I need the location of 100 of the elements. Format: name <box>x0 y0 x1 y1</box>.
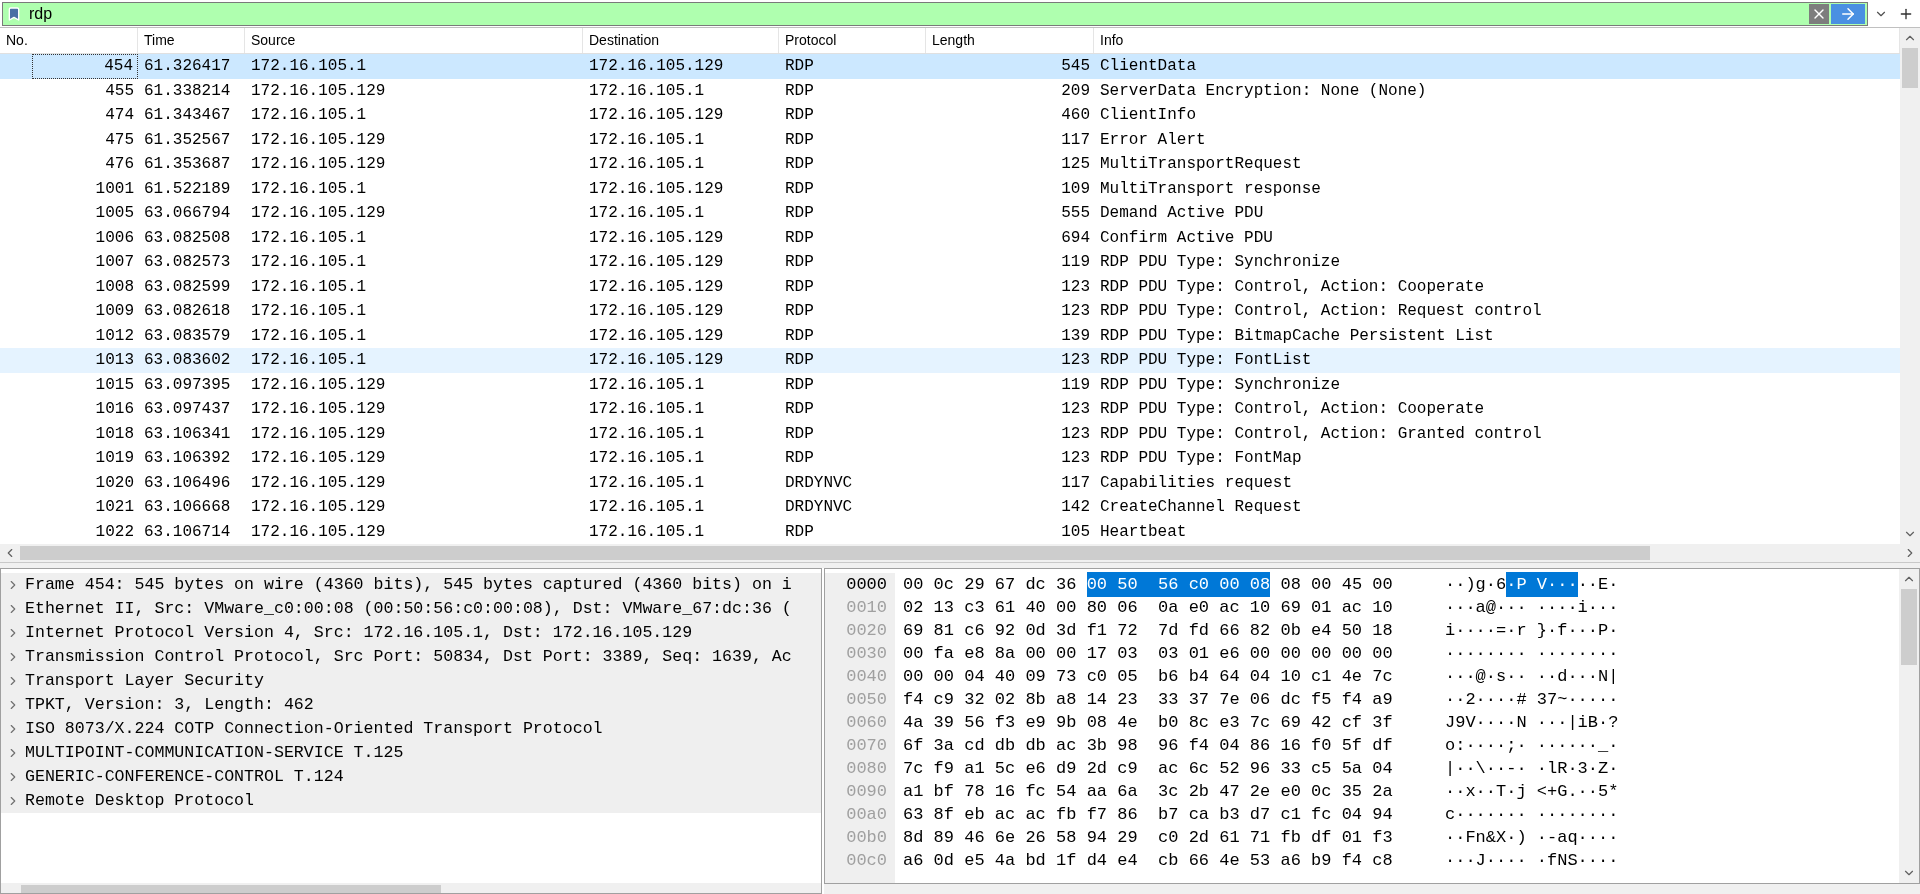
table-cell-text: 63.097395 <box>144 374 231 396</box>
table-cell-text: 1015 <box>95 374 134 396</box>
packet-row[interactable]: 454 61.326417 172.16.105.1 172.16.105.129 RDP 545 ClientData <box>0 54 1900 79</box>
table-cell-text: Confirm Active PDU <box>1100 227 1273 249</box>
column-header[interactable]: Source <box>245 28 583 53</box>
table-cell-text: RDP <box>785 448 814 470</box>
table-cell-text: 61.352567 <box>144 129 231 151</box>
table-cell-text: ClientData <box>1100 56 1196 78</box>
scrollbar[interactable] <box>1900 28 1920 544</box>
hex-bytes: 08 00 45 00 <box>1279 573 1393 596</box>
clear-icon[interactable] <box>1809 3 1829 24</box>
table-cell-text: 172.16.105.1 <box>251 178 367 200</box>
column-header[interactable]: No. <box>0 28 138 53</box>
table-cell-text: 1001 <box>95 178 134 200</box>
tree-item[interactable]: MULTIPOINT-COMMUNICATION-SERVICE T.125 <box>1 741 821 765</box>
table-cell-text: RDP PDU Type: Control, Action: Cooperate <box>1100 399 1485 421</box>
table-cell-text: CreateChannel Request <box>1100 497 1302 519</box>
table-cell-text: 119 <box>1061 374 1091 396</box>
table-cell-text: 1007 <box>95 252 134 274</box>
table-cell-text: RDP <box>785 350 814 372</box>
bookmark-icon[interactable] <box>6 5 22 22</box>
tree-item[interactable]: Remote Desktop Protocol <box>1 789 821 813</box>
table-cell-text: Demand Active PDU <box>1100 203 1264 225</box>
table-cell-text: 61.343467 <box>144 105 231 127</box>
table-cell-text: 172.16.105.1 <box>589 472 705 494</box>
table-cell-text: RDP <box>785 56 814 78</box>
table-cell-text: 460 <box>1061 105 1091 127</box>
hex-bytes: 63 8f eb ac ac fb f7 86 b7 ca b3 d7 c1 fc 04 94 <box>903 803 1393 826</box>
table-cell-text: RDP <box>785 374 814 396</box>
table-cell-text: 172.16.105.1 <box>251 105 367 127</box>
column-header[interactable]: Destination <box>583 28 779 53</box>
table-cell-text: 172.16.105.1 <box>251 276 367 298</box>
filter-field[interactable]: rdp <box>2 1 1868 26</box>
table-cell-text: 1022 <box>95 521 134 543</box>
scrollbar[interactable] <box>1899 569 1919 883</box>
table-cell-text: 1016 <box>95 399 134 421</box>
offset-label: 0030 <box>846 642 887 665</box>
hex-bytes: 8d 89 46 6e 26 58 94 29 c0 2d 61 71 fb df 01 f3 <box>903 826 1393 849</box>
table-cell-text: 63.066794 <box>144 203 231 225</box>
hex-bytes: f4 c9 32 02 8b a8 14 23 33 37 7e 06 dc f5 f4 a9 <box>903 688 1393 711</box>
tree-item-label: TPKT, Version: 3, Length: 462 <box>25 693 314 716</box>
table-cell-text: 63.082573 <box>144 252 231 274</box>
offset-label: 00c0 <box>846 849 887 872</box>
hex-bytes: 69 81 c6 92 0d 3d f1 72 7d fd 66 82 0b e4 50 18 <box>903 619 1393 642</box>
table-cell-text: RDP <box>785 276 814 298</box>
table-cell-text: 1021 <box>95 497 134 519</box>
tree-item[interactable]: Internet Protocol Version 4, Src: 172.16.105.1, Dst: 172.16.105.129 <box>1 621 821 645</box>
table-cell-text: 117 <box>1061 472 1091 494</box>
table-cell-text: 172.16.105.129 <box>251 80 386 102</box>
table-cell-text: 172.16.105.1 <box>589 154 705 176</box>
ascii-text: ···a@··· ····i··· <box>1445 596 1619 619</box>
offset-label: 0040 <box>846 665 887 688</box>
table-cell-text: RDP PDU Type: FontMap <box>1100 448 1302 470</box>
scroll-thumb[interactable] <box>20 546 1650 560</box>
table-cell-text: MultiTransportRequest <box>1100 154 1302 176</box>
table-cell-text: 123 <box>1061 301 1091 323</box>
table-cell-text: 172.16.105.1 <box>251 301 367 323</box>
table-cell-text: 172.16.105.129 <box>251 497 386 519</box>
packet-row[interactable]: 1013 63.083602 172.16.105.1 172.16.105.129 RDP 123 RDP PDU Type: FontList <box>0 348 1900 373</box>
tree-item[interactable]: ISO 8073/X.224 COTP Connection-Oriented Transport Protocol <box>1 717 821 741</box>
hex-bytes: 02 13 c3 61 40 00 80 06 0a e0 ac 10 69 01 ac 10 <box>903 596 1393 619</box>
column-header[interactable]: Time <box>138 28 245 53</box>
table-cell-text: 63.083579 <box>144 325 231 347</box>
ascii-text: ········ ········ <box>1445 642 1619 665</box>
table-cell-text: 172.16.105.1 <box>251 252 367 274</box>
hex-bytes: 6f 3a cd db db ac 3b 98 96 f4 04 86 16 f0 5f df <box>903 734 1393 757</box>
offset-label: 0090 <box>846 780 887 803</box>
tree-item[interactable]: Transport Layer Security <box>1 669 821 693</box>
offset-label: 0000 <box>846 573 887 596</box>
table-cell-text: 172.16.105.129 <box>251 472 386 494</box>
table-cell-text: 172.16.105.129 <box>589 301 724 323</box>
scroll-thumb[interactable] <box>1901 589 1917 665</box>
table-cell-text: 1012 <box>95 325 134 347</box>
scroll-thumb[interactable] <box>21 885 441 893</box>
tree-item[interactable]: TPKT, Version: 3, Length: 462 <box>1 693 821 717</box>
scroll-thumb[interactable] <box>1902 48 1918 88</box>
hex-bytes: 7c f9 a1 5c e6 d9 2d c9 ac 6c 52 96 33 c5 5a 04 <box>903 757 1393 780</box>
table-cell-text: RDP <box>785 129 814 151</box>
table-cell-text: 172.16.105.1 <box>589 80 705 102</box>
ascii-text: |··\··-· ·lR·3·Z· <box>1445 757 1619 780</box>
table-cell-text: DRDYNVC <box>785 472 853 494</box>
table-cell-text: MultiTransport response <box>1100 178 1321 200</box>
column-header[interactable]: Protocol <box>779 28 926 53</box>
column-header[interactable]: Length <box>926 28 1094 53</box>
table-cell-text: RDP PDU Type: Synchronize <box>1100 374 1341 396</box>
table-cell-text: ServerData Encryption: None (None) <box>1100 80 1427 102</box>
table-cell-text: 172.16.105.129 <box>251 423 386 445</box>
horizontal-scrollbar[interactable] <box>1 883 821 893</box>
table-cell-text: 545 <box>1061 56 1091 78</box>
ascii-text: o:····;· ······_· <box>1445 734 1619 757</box>
horizontal-scrollbar[interactable] <box>0 544 1920 562</box>
table-cell-text: 172.16.105.1 <box>251 227 367 249</box>
table-cell-text: RDP <box>785 105 814 127</box>
table-cell-text: 172.16.105.1 <box>589 203 705 225</box>
tree-item[interactable]: GENERIC-CONFERENCE-CONTROL T.124 <box>1 765 821 789</box>
table-cell-text: 172.16.105.1 <box>251 350 367 372</box>
hex-bytes: 00 fa e8 8a 00 00 17 03 03 01 e6 00 00 00 00 00 <box>903 642 1393 665</box>
table-cell-text: 1020 <box>95 472 134 494</box>
table-cell-text: 63.106341 <box>144 423 231 445</box>
offset-label: 0070 <box>846 734 887 757</box>
